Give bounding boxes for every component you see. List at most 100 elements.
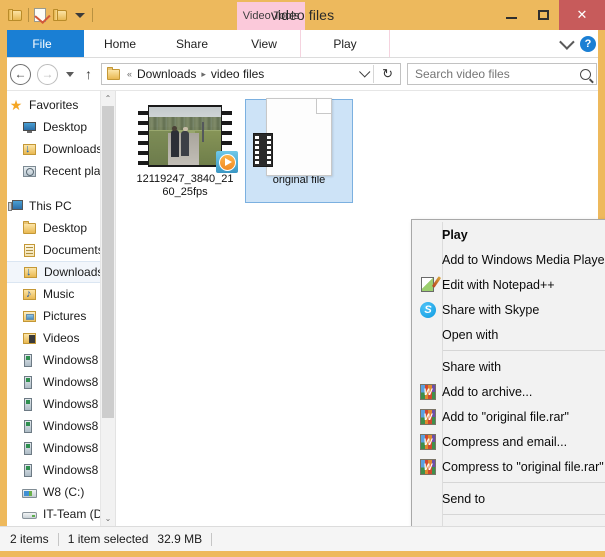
file-list-view[interactable]: 12119247_3840_2160_25fps original file P… <box>116 91 605 526</box>
tab-view[interactable]: View <box>228 30 300 57</box>
sidebar-item-videos[interactable]: Videos <box>0 327 115 349</box>
tab-file[interactable]: File <box>0 30 84 57</box>
sidebar-item-pictures[interactable]: Pictures <box>0 305 115 327</box>
quick-access-toolbar <box>0 0 93 30</box>
scrollbar-thumb[interactable] <box>102 106 114 418</box>
sidebar-group-favorites[interactable]: ★ Favorites <box>0 94 115 116</box>
tab-file-label: File <box>32 36 52 51</box>
new-folder-icon[interactable] <box>34 7 48 23</box>
refresh-icon[interactable]: ↻ <box>379 66 396 82</box>
winrar-icon: W <box>420 458 436 475</box>
context-menu-item-add-to-wmp-list[interactable]: Add to Windows Media Player list <box>412 247 605 272</box>
scroll-down-icon[interactable]: ⌄ <box>101 511 115 526</box>
back-button[interactable]: ← <box>10 63 31 85</box>
sidebar-item-label: Desktop <box>43 221 88 235</box>
sidebar-item-windows8-1[interactable]: Windows8 <box>0 349 115 371</box>
properties-folder-icon[interactable] <box>8 8 23 22</box>
play-badge <box>216 151 238 173</box>
context-menu-item-compress-to-rar-and-email[interactable]: W Compress to "original file.rar" and em… <box>412 454 605 479</box>
file-tile-original-file[interactable]: original file <box>245 98 353 203</box>
maximize-icon <box>537 10 549 20</box>
recent-locations-icon[interactable] <box>66 71 74 77</box>
context-menu-item-share-with[interactable]: Share with <box>412 354 605 379</box>
help-icon[interactable]: ? <box>580 35 596 52</box>
forward-button[interactable]: → <box>37 63 58 85</box>
tab-share[interactable]: Share <box>156 30 228 57</box>
context-menu-item-label: Send to <box>442 491 486 506</box>
skype-icon: S <box>420 301 436 318</box>
maximize-button[interactable] <box>527 0 559 30</box>
sidebar-item-windows8-5[interactable]: Windows8 <box>0 437 115 459</box>
sidebar-item-desktop-fav[interactable]: Desktop <box>0 116 115 138</box>
sidebar-item-downloads[interactable]: Downloads <box>0 261 115 283</box>
breadcrumb-overflow-icon[interactable]: « <box>127 69 132 79</box>
tab-home[interactable]: Home <box>84 30 156 57</box>
sidebar-item-label: Windows8 <box>43 419 99 433</box>
close-button[interactable]: ✕ <box>559 0 605 30</box>
winrar-icon: W <box>420 383 436 400</box>
sidebar-item-documents[interactable]: Documents <box>0 239 115 261</box>
context-menu-separator <box>442 350 605 351</box>
network-drive-icon <box>22 375 38 390</box>
expand-ribbon-icon[interactable] <box>559 34 575 50</box>
context-menu-item-open-with[interactable]: Open with <box>412 322 605 347</box>
frame-person-right <box>181 126 190 157</box>
context-menu-item-label: Add to archive... <box>442 384 533 399</box>
context-menu-item-label: Compress and email... <box>442 434 568 449</box>
sidebar-group-this-pc[interactable]: This PC <box>0 195 115 217</box>
address-dropdown-icon[interactable] <box>359 66 371 78</box>
context-menu: Play Add to Windows Media Player list Ed… <box>411 219 605 526</box>
sidebar-item-w8-c[interactable]: W8 (C:) <box>0 481 115 503</box>
navigation-pane-scrollbar[interactable]: ⌃ ⌄ <box>100 91 115 526</box>
context-menu-item-label: Play <box>442 227 468 242</box>
sidebar-item-music[interactable]: Music <box>0 283 115 305</box>
search-box[interactable] <box>407 63 597 85</box>
context-menu-item-share-with-skype[interactable]: S Share with Skype <box>412 297 605 322</box>
music-folder-icon <box>22 287 38 302</box>
sidebar-item-windows8-4[interactable]: Windows8 <box>0 415 115 437</box>
tab-play[interactable]: Play <box>300 30 390 57</box>
sidebar-item-windows8-3[interactable]: Windows8 <box>0 393 115 415</box>
file-tile-video[interactable]: 12119247_3840_2160_25fps <box>131 99 239 203</box>
toolbar-separator <box>92 8 93 22</box>
context-menu-item-edit-with-notepadpp[interactable]: Edit with Notepad++ <box>412 272 605 297</box>
sidebar-item-label: Windows8 <box>43 353 99 367</box>
sidebar-group-this-pc-label: This PC <box>29 199 72 213</box>
search-input[interactable] <box>413 66 580 82</box>
up-button[interactable]: ↑ <box>82 66 95 82</box>
status-separator <box>57 532 59 546</box>
folder-icon[interactable] <box>53 8 68 22</box>
play-icon <box>224 158 232 166</box>
breadcrumb-item-downloads[interactable]: Downloads <box>137 67 196 81</box>
context-menu-item-cut[interactable]: Cut <box>412 518 605 527</box>
sidebar-item-it-team-d[interactable]: IT-Team (D:) <box>0 503 115 525</box>
sidebar-item-windows8-6[interactable]: Windows8 <box>0 459 115 481</box>
status-size: 32.9 MB <box>157 532 203 546</box>
winrar-icon: W <box>420 408 436 425</box>
context-menu-item-add-to-rar[interactable]: W Add to "original file.rar" <box>412 404 605 429</box>
downloads-folder-icon <box>23 265 39 280</box>
search-icon[interactable] <box>580 68 591 80</box>
sidebar-item-windows8-2[interactable]: Windows8 <box>0 371 115 393</box>
context-menu-item-send-to[interactable]: Send to <box>412 486 605 511</box>
toolbar-separator <box>28 8 29 22</box>
sidebar-item-recent-places[interactable]: Recent places <box>0 160 115 182</box>
context-menu-item-label: Edit with Notepad++ <box>442 277 555 292</box>
customize-quick-access-toolbar-icon[interactable] <box>75 12 85 18</box>
context-menu-item-add-to-archive[interactable]: W Add to archive... <box>412 379 605 404</box>
notepad-plus-plus-icon <box>420 276 437 293</box>
pictures-folder-icon <box>22 309 38 324</box>
minimize-button[interactable] <box>495 0 527 30</box>
winrar-icon-wrap: W <box>414 383 442 400</box>
scroll-up-icon[interactable]: ⌃ <box>101 91 115 106</box>
context-menu-item-play[interactable]: Play <box>412 222 605 247</box>
address-bar[interactable]: « Downloads ▸ video files ↻ <box>101 63 401 85</box>
sidebar-item-downloads-fav[interactable]: Downloads <box>0 138 115 160</box>
sidebar-item-label: Pictures <box>43 309 87 323</box>
sidebar-item-desktop[interactable]: Desktop <box>0 217 115 239</box>
context-menu-item-compress-and-email[interactable]: W Compress and email... <box>412 429 605 454</box>
network-drive-icon <box>22 463 38 478</box>
navigation-bar: ← → ↑ « Downloads ▸ video files ↻ <box>0 58 605 91</box>
breadcrumb-item-video-files[interactable]: video files <box>211 67 264 81</box>
drive-icon <box>22 507 38 522</box>
